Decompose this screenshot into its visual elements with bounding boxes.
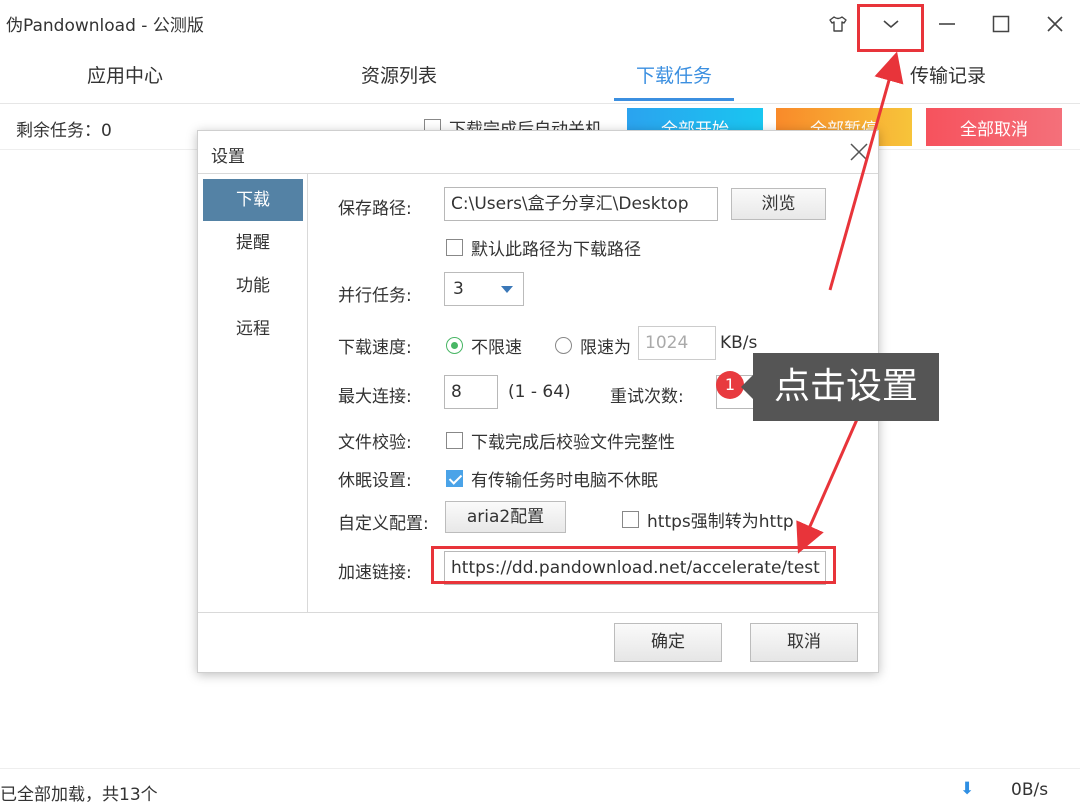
dropdown-arrow-icon [501, 286, 513, 293]
limit-speed-option[interactable]: 限速为 [555, 333, 631, 358]
maximize-icon[interactable] [976, 4, 1026, 44]
max-connections-input[interactable]: 8 [444, 375, 498, 409]
default-path-checkbox[interactable] [446, 239, 463, 256]
status-bar: 已全部加载，共13个 ⬇ 0B/s [0, 768, 1080, 810]
main-nav: 应用中心 资源列表 下载任务 传输记录 [0, 50, 1080, 104]
highlight-accelerate-link [431, 546, 836, 584]
max-connections-label: 最大连接: [338, 387, 412, 407]
https-to-http-option[interactable]: https强制转为http [622, 507, 794, 532]
no-sleep-option[interactable]: 有传输任务时电脑不休眠 [446, 466, 658, 491]
parallel-tasks-select[interactable]: 3 [444, 272, 524, 306]
sidebar-item-remote[interactable]: 远程 [203, 308, 303, 350]
parallel-tasks-value: 3 [453, 279, 464, 299]
step-number-badge: 1 [716, 371, 744, 399]
minimize-icon[interactable] [922, 4, 972, 44]
file-verify-text: 下载完成后校验文件完整性 [471, 433, 675, 453]
limit-speed-label: 限速为 [580, 338, 631, 358]
file-verify-label: 文件校验: [338, 433, 412, 453]
custom-config-label: 自定义配置: [338, 514, 429, 534]
click-settings-callout: 点击设置 [741, 353, 939, 421]
load-status: 已全部加载，共13个 [0, 785, 158, 805]
sidebar-item-download[interactable]: 下载 [203, 179, 303, 221]
speed-limit-unit: KB/s [720, 333, 758, 353]
https-to-http-text: https强制转为http [647, 512, 794, 532]
tab-transfer-records[interactable]: 传输记录 [888, 50, 1008, 102]
sidebar-item-reminder[interactable]: 提醒 [203, 222, 303, 264]
unlimited-option[interactable]: 不限速 [446, 333, 522, 358]
tab-download-tasks[interactable]: 下载任务 [614, 50, 734, 102]
dialog-cancel-button[interactable]: 取消 [750, 623, 858, 662]
close-icon[interactable] [1030, 4, 1080, 44]
confirm-button[interactable]: 确定 [614, 623, 722, 662]
accelerate-link-label: 加速链接: [338, 563, 412, 583]
parallel-tasks-label: 并行任务: [338, 286, 412, 306]
retry-count-label: 重试次数: [610, 387, 684, 407]
highlight-settings-menu [857, 4, 924, 52]
file-verify-checkbox[interactable] [446, 432, 463, 449]
settings-sidebar: 下载 提醒 功能 远程 [198, 174, 308, 612]
dialog-close-icon[interactable] [848, 141, 870, 163]
app-title: 伪Pandownload - 公测版 [6, 16, 204, 36]
max-connections-range: (1 - 64) [508, 382, 571, 402]
default-path-option[interactable]: 默认此路径为下载路径 [446, 235, 641, 260]
limit-speed-radio[interactable] [555, 337, 572, 354]
sleep-setting-label: 休眠设置: [338, 471, 412, 491]
dialog-title: 设置 [211, 147, 245, 167]
download-speed: 0B/s [1011, 780, 1049, 800]
no-sleep-checkbox[interactable] [446, 470, 463, 487]
unlimited-label: 不限速 [471, 338, 522, 358]
file-verify-option[interactable]: 下载完成后校验文件完整性 [446, 428, 675, 453]
active-tab-indicator [614, 98, 734, 101]
save-path-input[interactable]: C:\Users\盒子分享汇\Desktop [444, 187, 718, 221]
download-arrow-icon: ⬇ [960, 779, 975, 799]
tab-resource-list[interactable]: 资源列表 [339, 50, 459, 102]
save-path-label: 保存路径: [338, 199, 412, 219]
download-speed-label: 下载速度: [338, 338, 412, 358]
remaining-tasks: 剩余任务：0 [16, 121, 112, 141]
shirt-icon[interactable] [813, 4, 863, 44]
sidebar-item-features[interactable]: 功能 [203, 265, 303, 307]
default-path-label: 默认此路径为下载路径 [471, 240, 641, 260]
speed-limit-input[interactable]: 1024 [638, 326, 716, 360]
unlimited-radio[interactable] [446, 337, 463, 354]
cancel-all-button[interactable]: 全部取消 [926, 108, 1062, 146]
no-sleep-text: 有传输任务时电脑不休眠 [471, 471, 658, 491]
browse-button[interactable]: 浏览 [731, 188, 826, 220]
aria2-config-button[interactable]: aria2配置 [445, 501, 566, 533]
https-to-http-checkbox[interactable] [622, 511, 639, 528]
tab-app-center[interactable]: 应用中心 [65, 50, 185, 102]
